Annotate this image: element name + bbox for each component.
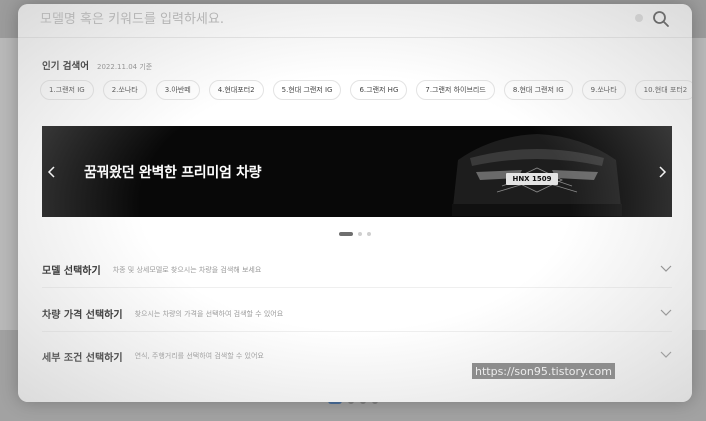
clear-icon[interactable]	[635, 14, 643, 22]
keyword-chip[interactable]: 5.현대 그랜저 IG	[272, 80, 342, 100]
popular-keywords-header: 인기 검색어 2022.11.04 기준	[42, 58, 152, 72]
watermark-text: https://son95.tistory.com	[472, 363, 615, 379]
chevron-left-icon[interactable]	[42, 162, 62, 182]
chevron-down-icon	[660, 265, 672, 272]
promo-banner[interactable]: HNX 1509 꿈꿔왔던 완벽한 프리미엄 차량	[42, 126, 672, 217]
keyword-chip[interactable]: 9.쏘나타	[581, 80, 626, 100]
chevron-down-icon	[660, 309, 672, 316]
popular-keywords-list: 1.그랜저 IG 2.쏘나타 3.아반떼 4.현대포터2 5.현대 그랜저 IG…	[40, 80, 692, 100]
popular-keywords-date: 2022.11.04 기준	[97, 63, 153, 71]
chevron-right-icon[interactable]	[652, 162, 672, 182]
search-modal: 인기 검색어 2022.11.04 기준 1.그랜저 IG 2.쏘나타 3.아반…	[18, 4, 692, 402]
keyword-chip[interactable]: 3.아반떼	[155, 80, 200, 100]
section-description: 찾으시는 차량의 가격을 선택하여 검색할 수 있어요	[134, 309, 284, 318]
section-title: 모델 선택하기	[42, 266, 101, 277]
keyword-chip[interactable]: 2.쏘나타	[102, 80, 147, 100]
section-title: 세부 조건 선택하기	[42, 352, 123, 364]
keyword-chip[interactable]: 7.그랜저 하이브리드	[416, 80, 495, 100]
section-title: 차량 가격 선택하기	[42, 310, 123, 321]
keyword-chip[interactable]: 4.현대포터2	[208, 80, 264, 100]
pagination-dot[interactable]	[358, 232, 362, 236]
price-select-section[interactable]: 차량 가격 선택하기 찾으시는 차량의 가격을 선택하여 검색할 수 있어요	[42, 296, 672, 332]
keyword-chip[interactable]: 10.현대 포터2	[634, 80, 692, 100]
search-input[interactable]	[40, 8, 620, 30]
keyword-chip[interactable]: 8.현대 그랜저 IG	[503, 80, 573, 100]
chevron-down-icon	[660, 351, 672, 358]
banner-headline: 꿈꿔왔던 완벽한 프리미엄 차량	[84, 165, 262, 181]
pagination-dot[interactable]	[367, 232, 371, 236]
popular-keywords-title: 인기 검색어	[42, 61, 90, 72]
license-plate: HNX 1509	[506, 173, 558, 185]
search-bar	[18, 4, 692, 38]
banner-pagination	[339, 232, 371, 236]
keyword-chip[interactable]: 6.그랜저 HG	[350, 80, 408, 100]
section-description: 연식, 주행거리를 선택하여 검색할 수 있어요	[134, 352, 264, 360]
model-select-section[interactable]: 모델 선택하기 차종 및 상세모델로 찾으시는 차량을 검색해 보세요	[42, 252, 672, 288]
search-icon[interactable]	[652, 10, 670, 28]
section-description: 차종 및 상세모델로 찾으시는 차량을 검색해 보세요	[112, 265, 262, 274]
pagination-dot[interactable]	[339, 232, 353, 236]
keyword-chip[interactable]: 1.그랜저 IG	[40, 80, 94, 100]
